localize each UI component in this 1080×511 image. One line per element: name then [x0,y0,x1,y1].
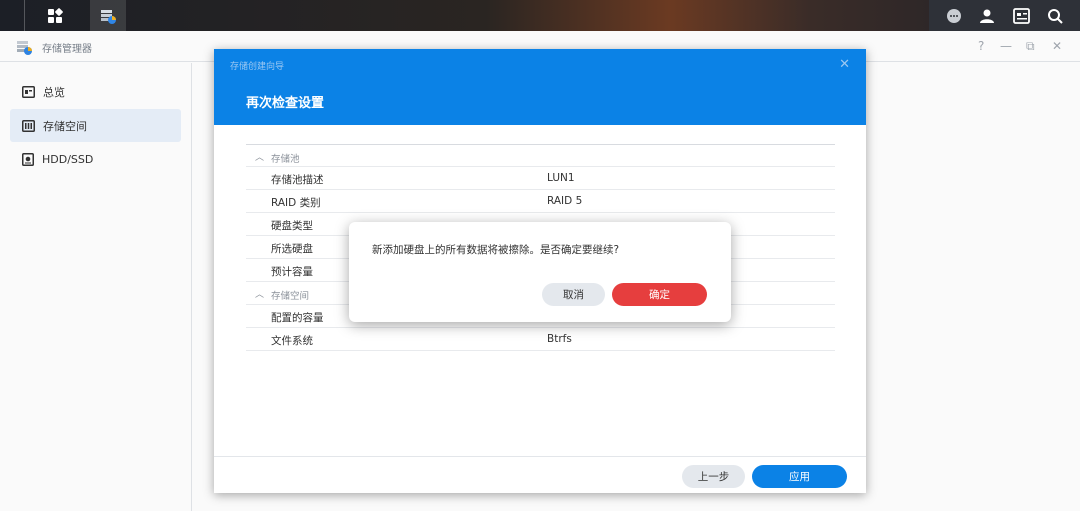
table-row: 文件系统 Btrfs [246,328,835,351]
row-value: Btrfs [547,333,572,345]
previous-button[interactable]: 上一步 [682,465,745,488]
row-value: RAID 5 [547,195,583,207]
chevron-up-icon: ︿ [255,290,265,300]
row-key: RAID 类别 [271,197,321,209]
main-menu-button[interactable] [38,0,72,31]
taskbar [0,0,1080,31]
section-header-storage-pool[interactable]: ︿ 存储池 [246,144,835,167]
erase-confirm-dialog: 新添加硬盘上的所有数据将被擦除。是否确定要继续? 取消 确定 [349,222,731,322]
wizard-step-title: 再次检查设置 [246,96,325,111]
row-key: 所选硬盘 [271,243,313,255]
row-key: 文件系统 [271,335,313,347]
taskbar-tray [929,0,1080,31]
widgets-icon[interactable] [1012,7,1030,24]
table-row: 存储池描述 LUN1 [246,167,835,190]
storage-manager-app-icon [101,9,116,24]
taskbar-divider [24,0,25,31]
row-key: 预计容量 [271,266,313,278]
apps-grid-icon [48,7,63,23]
row-key: 配置的容量 [271,312,324,324]
apply-button[interactable]: 应用 [752,465,847,488]
row-key: 硬盘类型 [271,220,313,232]
chat-icon[interactable] [946,8,962,24]
row-value: LUN1 [547,172,575,184]
section-label: 存储空间 [271,291,310,302]
wizard-header: 存储创建向导 ✕ 再次检查设置 [214,49,866,125]
confirm-message: 新添加硬盘上的所有数据将被擦除。是否确定要继续? [372,244,620,256]
search-icon[interactable] [1047,8,1063,24]
wizard-close-icon[interactable]: ✕ [839,57,850,72]
storage-manager-task-button[interactable] [90,0,126,31]
cancel-button[interactable]: 取消 [542,283,605,306]
user-icon[interactable] [979,8,995,24]
chevron-up-icon: ︿ [255,153,265,163]
table-row: RAID 类别 RAID 5 [246,190,835,213]
section-label: 存储池 [271,154,300,165]
wizard-footer: 上一步 应用 [214,456,866,493]
confirm-button[interactable]: 确定 [612,283,707,306]
wizard-name: 存储创建向导 [230,62,285,72]
row-key: 存储池描述 [271,174,324,186]
